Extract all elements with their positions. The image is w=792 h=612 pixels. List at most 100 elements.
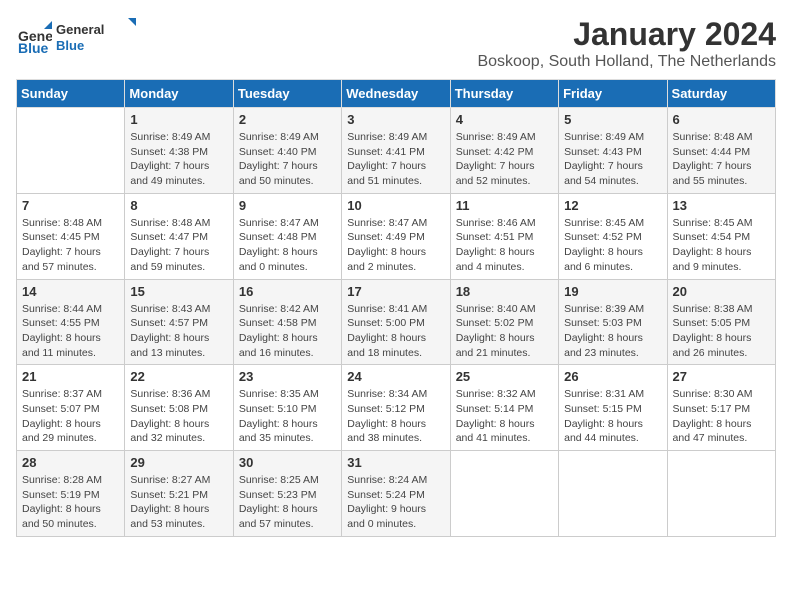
- day-info: Sunrise: 8:34 AM Sunset: 5:12 PM Dayligh…: [347, 387, 444, 446]
- day-header-thursday: Thursday: [450, 80, 558, 108]
- day-number: 24: [347, 369, 444, 384]
- day-info: Sunrise: 8:43 AM Sunset: 4:57 PM Dayligh…: [130, 302, 227, 361]
- calendar-cell: 16 Sunrise: 8:42 AM Sunset: 4:58 PM Dayli…: [233, 279, 341, 365]
- day-info: Sunrise: 8:41 AM Sunset: 5:00 PM Dayligh…: [347, 302, 444, 361]
- svg-text:Blue: Blue: [56, 38, 84, 53]
- day-number: 28: [22, 455, 119, 470]
- day-number: 6: [673, 112, 770, 127]
- day-number: 8: [130, 198, 227, 213]
- calendar-cell: 23 Sunrise: 8:35 AM Sunset: 5:10 PM Dayli…: [233, 365, 341, 451]
- calendar-week-1: 1 Sunrise: 8:49 AM Sunset: 4:38 PM Daylig…: [17, 108, 776, 194]
- day-number: 1: [130, 112, 227, 127]
- day-header-monday: Monday: [125, 80, 233, 108]
- day-info: Sunrise: 8:28 AM Sunset: 5:19 PM Dayligh…: [22, 473, 119, 532]
- day-info: Sunrise: 8:47 AM Sunset: 4:48 PM Dayligh…: [239, 216, 336, 275]
- day-number: 26: [564, 369, 661, 384]
- title-block: January 2024 Boskoop, South Holland, The…: [477, 16, 776, 71]
- day-number: 30: [239, 455, 336, 470]
- day-headers-row: SundayMondayTuesdayWednesdayThursdayFrid…: [17, 80, 776, 108]
- logo-text: General Blue: [56, 16, 146, 61]
- day-info: Sunrise: 8:37 AM Sunset: 5:07 PM Dayligh…: [22, 387, 119, 446]
- svg-text:General: General: [56, 22, 104, 37]
- day-info: Sunrise: 8:49 AM Sunset: 4:42 PM Dayligh…: [456, 130, 553, 189]
- day-number: 5: [564, 112, 661, 127]
- day-header-friday: Friday: [559, 80, 667, 108]
- day-info: Sunrise: 8:24 AM Sunset: 5:24 PM Dayligh…: [347, 473, 444, 532]
- calendar-cell: 6Sunrise: 8:48 AM Sunset: 4:44 PM Daylig…: [667, 108, 775, 194]
- page-header: General Blue General Blue January 2024 B…: [16, 16, 776, 71]
- calendar-cell: 7 Sunrise: 8:48 AM Sunset: 4:45 PM Daylig…: [17, 193, 125, 279]
- day-info: Sunrise: 8:48 AM Sunset: 4:45 PM Dayligh…: [22, 216, 119, 275]
- calendar-cell: 5Sunrise: 8:49 AM Sunset: 4:43 PM Daylig…: [559, 108, 667, 194]
- calendar-cell: 2Sunrise: 8:49 AM Sunset: 4:40 PM Daylig…: [233, 108, 341, 194]
- day-number: 13: [673, 198, 770, 213]
- day-info: Sunrise: 8:45 AM Sunset: 4:54 PM Dayligh…: [673, 216, 770, 275]
- svg-text:Blue: Blue: [18, 40, 49, 56]
- day-info: Sunrise: 8:48 AM Sunset: 4:47 PM Dayligh…: [130, 216, 227, 275]
- calendar-cell: 15 Sunrise: 8:43 AM Sunset: 4:57 PM Dayli…: [125, 279, 233, 365]
- day-info: Sunrise: 8:49 AM Sunset: 4:41 PM Dayligh…: [347, 130, 444, 189]
- day-info: Sunrise: 8:44 AM Sunset: 4:55 PM Dayligh…: [22, 302, 119, 361]
- day-info: Sunrise: 8:45 AM Sunset: 4:52 PM Dayligh…: [564, 216, 661, 275]
- day-number: 14: [22, 284, 119, 299]
- day-number: 23: [239, 369, 336, 384]
- day-number: 19: [564, 284, 661, 299]
- calendar-week-3: 14 Sunrise: 8:44 AM Sunset: 4:55 PM Dayli…: [17, 279, 776, 365]
- day-number: 4: [456, 112, 553, 127]
- calendar-cell: 22 Sunrise: 8:36 AM Sunset: 5:08 PM Dayli…: [125, 365, 233, 451]
- calendar-cell: 13 Sunrise: 8:45 AM Sunset: 4:54 PM Dayli…: [667, 193, 775, 279]
- day-number: 7: [22, 198, 119, 213]
- calendar-cell: 3 Sunrise: 8:49 AM Sunset: 4:41 PM Daylig…: [342, 108, 450, 194]
- calendar-cell: [17, 108, 125, 194]
- day-number: 12: [564, 198, 661, 213]
- calendar-cell: 8 Sunrise: 8:48 AM Sunset: 4:47 PM Daylig…: [125, 193, 233, 279]
- day-info: Sunrise: 8:32 AM Sunset: 5:14 PM Dayligh…: [456, 387, 553, 446]
- calendar-cell: 30 Sunrise: 8:25 AM Sunset: 5:23 PM Dayli…: [233, 451, 341, 537]
- day-header-wednesday: Wednesday: [342, 80, 450, 108]
- calendar-cell: 21 Sunrise: 8:37 AM Sunset: 5:07 PM Dayli…: [17, 365, 125, 451]
- calendar-cell: [559, 451, 667, 537]
- day-number: 10: [347, 198, 444, 213]
- day-info: Sunrise: 8:46 AM Sunset: 4:51 PM Dayligh…: [456, 216, 553, 275]
- day-info: Sunrise: 8:25 AM Sunset: 5:23 PM Dayligh…: [239, 473, 336, 532]
- calendar-cell: 17Sunrise: 8:41 AM Sunset: 5:00 PM Dayli…: [342, 279, 450, 365]
- day-info: Sunrise: 8:49 AM Sunset: 4:38 PM Dayligh…: [130, 130, 227, 189]
- calendar-cell: 28 Sunrise: 8:28 AM Sunset: 5:19 PM Dayli…: [17, 451, 125, 537]
- calendar-cell: [667, 451, 775, 537]
- day-number: 16: [239, 284, 336, 299]
- day-number: 3: [347, 112, 444, 127]
- calendar-cell: 14 Sunrise: 8:44 AM Sunset: 4:55 PM Dayli…: [17, 279, 125, 365]
- day-info: Sunrise: 8:39 AM Sunset: 5:03 PM Dayligh…: [564, 302, 661, 361]
- day-number: 11: [456, 198, 553, 213]
- day-header-tuesday: Tuesday: [233, 80, 341, 108]
- day-number: 29: [130, 455, 227, 470]
- day-info: Sunrise: 8:47 AM Sunset: 4:49 PM Dayligh…: [347, 216, 444, 275]
- day-number: 20: [673, 284, 770, 299]
- calendar-cell: [450, 451, 558, 537]
- calendar-cell: 27Sunrise: 8:30 AM Sunset: 5:17 PM Dayli…: [667, 365, 775, 451]
- day-header-sunday: Sunday: [17, 80, 125, 108]
- day-info: Sunrise: 8:49 AM Sunset: 4:40 PM Dayligh…: [239, 130, 336, 189]
- day-info: Sunrise: 8:42 AM Sunset: 4:58 PM Dayligh…: [239, 302, 336, 361]
- location-subtitle: Boskoop, South Holland, The Netherlands: [477, 53, 776, 71]
- day-header-saturday: Saturday: [667, 80, 775, 108]
- day-info: Sunrise: 8:35 AM Sunset: 5:10 PM Dayligh…: [239, 387, 336, 446]
- calendar-week-2: 7 Sunrise: 8:48 AM Sunset: 4:45 PM Daylig…: [17, 193, 776, 279]
- day-info: Sunrise: 8:36 AM Sunset: 5:08 PM Dayligh…: [130, 387, 227, 446]
- calendar-cell: 18Sunrise: 8:40 AM Sunset: 5:02 PM Dayli…: [450, 279, 558, 365]
- calendar-week-4: 21 Sunrise: 8:37 AM Sunset: 5:07 PM Dayli…: [17, 365, 776, 451]
- day-number: 9: [239, 198, 336, 213]
- calendar-cell: 19 Sunrise: 8:39 AM Sunset: 5:03 PM Dayli…: [559, 279, 667, 365]
- calendar-week-5: 28 Sunrise: 8:28 AM Sunset: 5:19 PM Dayli…: [17, 451, 776, 537]
- calendar-table: SundayMondayTuesdayWednesdayThursdayFrid…: [16, 79, 776, 537]
- day-number: 21: [22, 369, 119, 384]
- day-number: 15: [130, 284, 227, 299]
- calendar-cell: 24 Sunrise: 8:34 AM Sunset: 5:12 PM Dayli…: [342, 365, 450, 451]
- calendar-cell: 12 Sunrise: 8:45 AM Sunset: 4:52 PM Dayli…: [559, 193, 667, 279]
- day-number: 22: [130, 369, 227, 384]
- calendar-cell: 11 Sunrise: 8:46 AM Sunset: 4:51 PM Dayli…: [450, 193, 558, 279]
- day-info: Sunrise: 8:31 AM Sunset: 5:15 PM Dayligh…: [564, 387, 661, 446]
- calendar-cell: 4 Sunrise: 8:49 AM Sunset: 4:42 PM Daylig…: [450, 108, 558, 194]
- calendar-cell: 29Sunrise: 8:27 AM Sunset: 5:21 PM Dayli…: [125, 451, 233, 537]
- month-year-title: January 2024: [477, 16, 776, 53]
